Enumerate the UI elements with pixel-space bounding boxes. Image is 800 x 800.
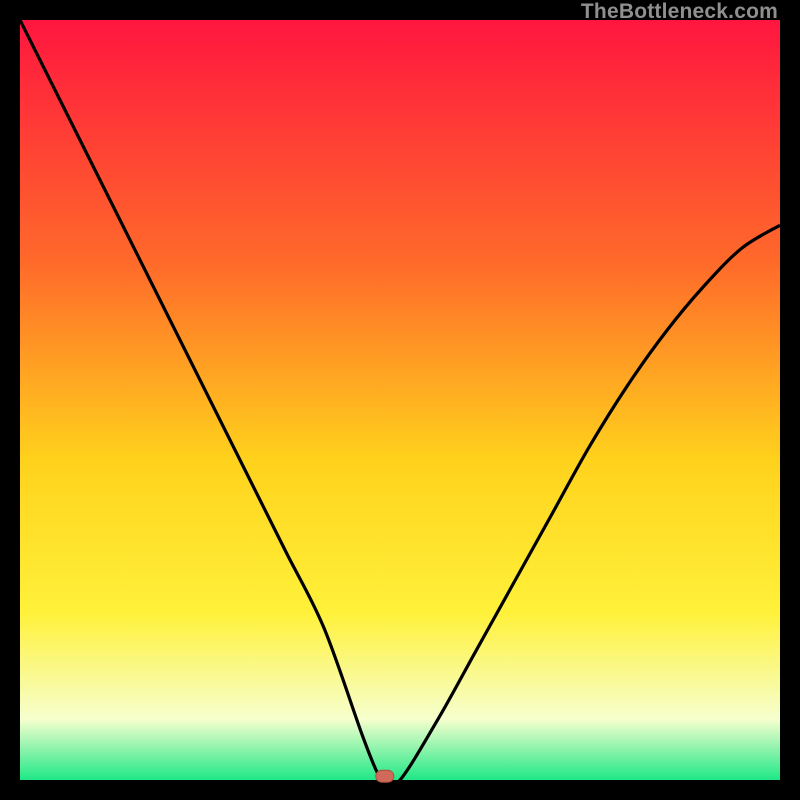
chart-frame: TheBottleneck.com xyxy=(0,0,800,800)
watermark-text: TheBottleneck.com xyxy=(581,0,778,24)
bottleneck-curve-svg xyxy=(20,20,780,780)
bottleneck-curve xyxy=(20,20,780,785)
optimum-marker xyxy=(376,770,394,782)
